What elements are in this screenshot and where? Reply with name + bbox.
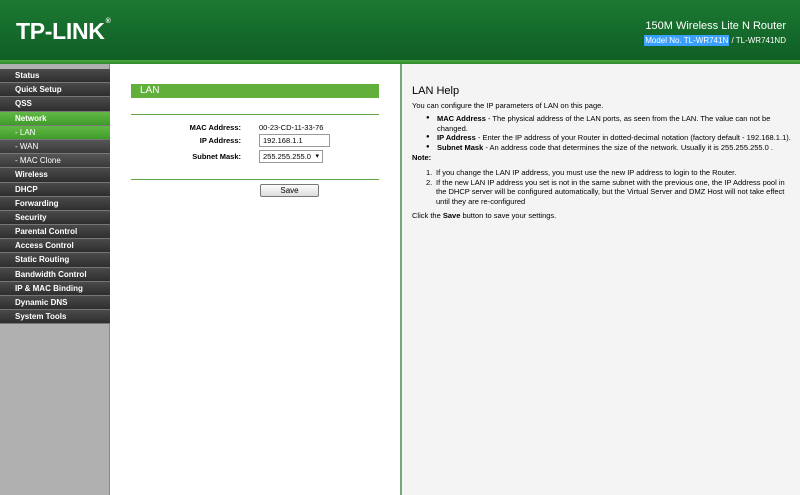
ip-address-input[interactable] — [259, 134, 330, 147]
sidebar-item-lan[interactable]: - LAN — [0, 125, 110, 140]
logo-text: TP-LINK — [16, 18, 105, 44]
help-title: LAN Help — [412, 85, 460, 97]
help-term-mac: MAC Address — [437, 114, 486, 123]
logo-registered-mark: ® — [105, 18, 111, 25]
sidebar-item-static-routing[interactable]: Static Routing — [0, 253, 110, 268]
sidebar-item-ip-mac-binding[interactable]: IP & MAC Binding — [0, 281, 110, 296]
help-desc-mask: - An address code that determines the si… — [483, 142, 774, 152]
help-term-mask: Subnet Mask — [437, 142, 484, 152]
sidebar-item-network[interactable]: Network — [0, 111, 110, 126]
help-footer-pre: Click the — [412, 211, 443, 220]
note-text: If the new LAN IP address you set is not… — [436, 177, 785, 206]
list-item: 2. If the new LAN IP address you set is n… — [426, 178, 796, 207]
list-item: MAC Address - The physical address of th… — [426, 114, 794, 133]
sidebar-item-system-tools[interactable]: System Tools — [0, 310, 110, 325]
sidebar-item-qss[interactable]: QSS — [0, 97, 110, 112]
main-content: LAN MAC Address: 00-23-CD-11-33-76 IP Ad… — [111, 64, 400, 495]
sidebar-item-wireless[interactable]: Wireless — [0, 168, 110, 183]
sidebar-menu: Status Quick Setup QSS Network - LAN - W… — [0, 69, 110, 325]
model-number-highlight: Model No. TL-WR741N — [644, 35, 730, 46]
bottom-divider — [131, 179, 379, 180]
section-title: LAN — [131, 84, 379, 98]
help-term-ip: IP Address — [437, 133, 476, 142]
subnet-mask-row: Subnet Mask: 255.255.255.0 ▾ — [131, 150, 379, 164]
help-footer-save: Save — [442, 211, 461, 220]
header: TP-LINK® 150M Wireless Lite N Router Mod… — [0, 0, 800, 64]
sidebar-item-quick-setup[interactable]: Quick Setup — [0, 83, 110, 98]
list-item: 1. If you change the LAN IP address, you … — [426, 168, 796, 178]
sidebar-item-dynamic-dns[interactable]: Dynamic DNS — [0, 296, 110, 311]
help-notes: 1. If you change the LAN IP address, you … — [426, 168, 796, 206]
note-number: 1. — [426, 168, 433, 177]
help-desc-ip: - Enter the IP address of your Router in… — [475, 133, 791, 142]
model-number-rest: / TL-WR741ND — [729, 36, 786, 45]
help-bullets: MAC Address - The physical address of th… — [426, 114, 794, 152]
help-footer: Click the Save button to save your setti… — [412, 211, 792, 221]
list-item: Subnet Mask - An address code that deter… — [426, 143, 794, 153]
subnet-mask-select[interactable]: 255.255.255.0 ▾ — [259, 150, 323, 163]
product-name: 150M Wireless Lite N Router — [645, 20, 786, 32]
sidebar-item-mac-clone[interactable]: - MAC Clone — [0, 154, 110, 169]
ip-address-row: IP Address: — [131, 134, 379, 148]
sidebar-item-bandwidth-control[interactable]: Bandwidth Control — [0, 267, 110, 282]
help-footer-post: button to save your settings. — [460, 211, 557, 220]
top-divider — [131, 114, 379, 115]
save-button[interactable]: Save — [260, 184, 319, 197]
mac-address-label: MAC Address: — [189, 123, 241, 132]
mac-address-value: 00-23-CD-11-33-76 — [259, 123, 324, 132]
model-number: Model No. TL-WR741N / TL-WR741ND — [644, 35, 786, 46]
note-number: 2. — [426, 177, 433, 187]
subnet-mask-label: Subnet Mask: — [192, 152, 241, 161]
mac-address-row: MAC Address: 00-23-CD-11-33-76 — [131, 121, 379, 135]
sidebar-item-access-control[interactable]: Access Control — [0, 239, 110, 254]
help-desc-mac: - The physical address of the LAN ports,… — [437, 114, 771, 133]
tp-link-logo: TP-LINK® — [16, 18, 111, 45]
sidebar-item-security[interactable]: Security — [0, 210, 110, 226]
help-panel: LAN Help You can configure the IP parame… — [400, 64, 800, 495]
list-item: IP Address - Enter the IP address of you… — [426, 133, 794, 143]
ip-address-label: IP Address: — [199, 136, 241, 145]
sidebar-item-wan[interactable]: - WAN — [0, 139, 110, 155]
sidebar-item-forwarding[interactable]: Forwarding — [0, 196, 110, 211]
chevron-down-icon: ▾ — [315, 153, 319, 160]
help-note-label: Note: — [412, 153, 432, 162]
sidebar-item-parental-control[interactable]: Parental Control — [0, 225, 110, 240]
sidebar-item-dhcp[interactable]: DHCP — [0, 182, 110, 197]
sidebar: Status Quick Setup QSS Network - LAN - W… — [0, 64, 110, 495]
help-intro: You can configure the IP parameters of L… — [412, 101, 604, 110]
subnet-mask-selected: 255.255.255.0 — [263, 152, 311, 161]
sidebar-item-status[interactable]: Status — [0, 69, 110, 84]
note-text: If you change the LAN IP address, you mu… — [436, 168, 737, 177]
